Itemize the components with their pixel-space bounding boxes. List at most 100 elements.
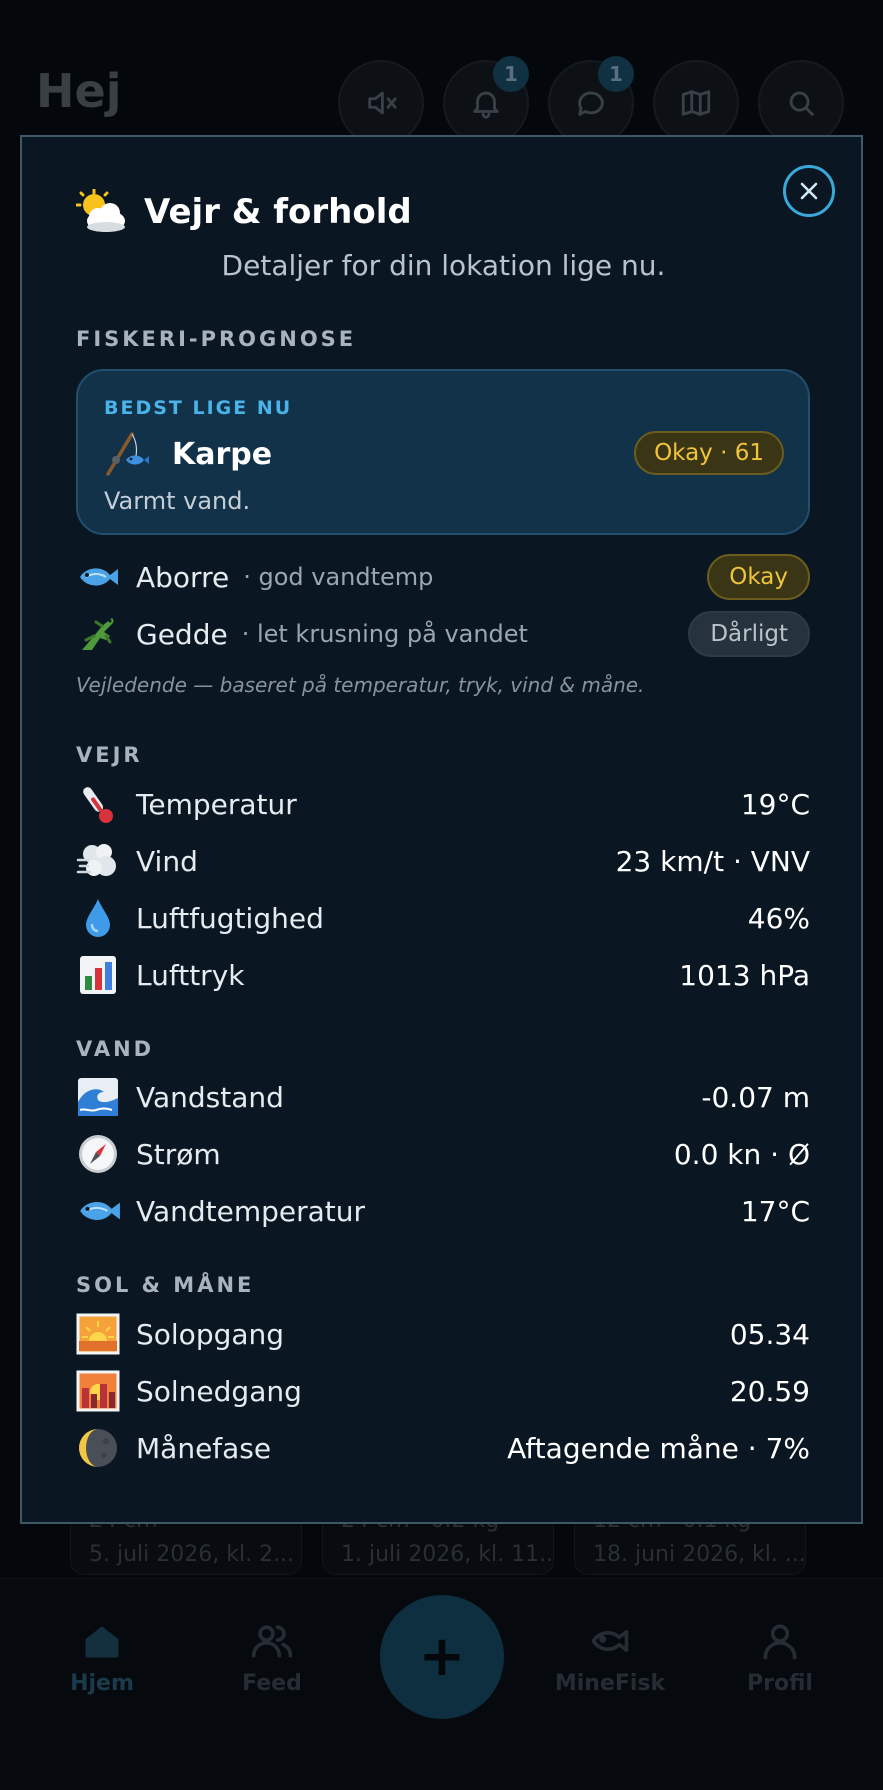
- close-icon: [800, 182, 818, 200]
- nav-feed-label: Feed: [242, 1671, 302, 1696]
- sun-row-sunset: Solnedgang 20.59: [76, 1366, 810, 1416]
- nav-profile[interactable]: Profil: [710, 1619, 850, 1696]
- best-note: Varmt vand.: [104, 487, 251, 515]
- species-row: Aborre · god vandtemp Okay: [76, 553, 810, 601]
- wind-icon: [76, 844, 116, 876]
- water-value: 17°C: [740, 1194, 810, 1228]
- best-now-label: BEDST LIGE NU: [104, 397, 293, 419]
- species-note: · god vandtemp: [243, 563, 434, 591]
- modal-header: Vejr & forhold: [76, 187, 412, 237]
- close-button[interactable]: [783, 165, 835, 217]
- crocodile-icon: [82, 618, 114, 650]
- bell-icon: [473, 91, 499, 119]
- water-label: Vandstand: [136, 1080, 284, 1114]
- modal-subtitle: Detaljer for din lokation lige nu.: [221, 249, 666, 282]
- species-name: Aborre: [136, 560, 230, 594]
- compass-icon: [79, 1135, 117, 1173]
- fish-icon: [80, 568, 118, 586]
- forecast-section-label: FISKERI-PROGNOSE: [76, 327, 357, 351]
- user-icon: [763, 1624, 797, 1660]
- message-badge: 1: [598, 56, 634, 92]
- fish-icon: [80, 1202, 120, 1220]
- nav-myfish-label: MineFisk: [554, 1671, 666, 1696]
- sunrise-icon: [76, 1313, 120, 1355]
- sun-behind-cloud-icon: [76, 189, 125, 232]
- species-note: · let krusning på vandet: [241, 620, 528, 648]
- weather-row-humidity: Luftfugtighed 46%: [76, 893, 810, 943]
- forecast-disclaimer: Vejledende — baseret på temperatur, tryk…: [76, 673, 645, 697]
- bottom-nav: Hjem Feed + MineFisk Profil: [0, 1578, 883, 1790]
- chat-icon: [578, 91, 604, 116]
- nav-home-label: Hjem: [70, 1671, 134, 1696]
- weather-value: 1013 hPa: [679, 958, 810, 992]
- water-label: Strøm: [136, 1137, 221, 1171]
- species-name: Gedde: [136, 617, 228, 651]
- home-icon: [85, 1626, 119, 1658]
- water-row-temperature: Vandtemperatur 17°C: [76, 1186, 810, 1236]
- bar-chart-icon: [80, 956, 116, 994]
- rating-badge: Okay: [707, 554, 810, 600]
- sun-label: Solnedgang: [136, 1374, 302, 1408]
- sun-row-sunrise: Solopgang 05.34: [76, 1309, 810, 1359]
- messages-button[interactable]: 1: [548, 56, 634, 146]
- weather-modal: Vejr & forhold Detaljer for din lokation…: [20, 135, 863, 1524]
- wave-icon: [78, 1078, 118, 1116]
- sun-value: 20.59: [729, 1374, 810, 1408]
- sun-label: Månefase: [136, 1431, 272, 1465]
- weather-section-label: VEJR: [76, 743, 143, 767]
- map-icon: [681, 90, 711, 116]
- catch-date: 1. juli 2026, kl. 11...: [341, 1542, 554, 1567]
- weather-label: Lufttryk: [136, 958, 245, 992]
- water-section-label: VAND: [76, 1037, 155, 1061]
- sun-value: Aftagende måne · 7%: [507, 1431, 810, 1465]
- weather-value: 46%: [747, 901, 810, 935]
- notifications-button[interactable]: 1: [443, 56, 529, 146]
- thermometer-icon: [83, 787, 113, 823]
- mute-button[interactable]: [338, 60, 424, 146]
- water-value: 0.0 kn · Ø: [673, 1137, 810, 1171]
- modal-title: Vejr & forhold: [144, 192, 412, 232]
- water-row-level: Vandstand -0.07 m: [76, 1072, 810, 1122]
- fishing-pole-icon: [106, 432, 149, 476]
- best-species-name: Karpe: [172, 436, 273, 472]
- app-header: Hej 1 1: [0, 0, 883, 146]
- search-button[interactable]: [758, 60, 844, 146]
- weather-row-pressure: Lufttryk 1013 hPa: [76, 950, 810, 1000]
- weather-row-wind: Vind 23 km/t · VNV: [76, 836, 810, 886]
- sun-moon-section-label: SOL & MÅNE: [76, 1273, 255, 1297]
- water-label: Vandtemperatur: [136, 1194, 366, 1228]
- weather-label: Temperatur: [136, 787, 297, 821]
- fish-outline-icon: [591, 1630, 629, 1652]
- weather-value: 19°C: [740, 787, 810, 821]
- water-row-current: Strøm 0.0 kn · Ø: [76, 1129, 810, 1179]
- weather-row-temperature: Temperatur 19°C: [76, 779, 810, 829]
- sunset-icon: [76, 1370, 120, 1412]
- sun-row-moonphase: Månefase Aftagende måne · 7%: [76, 1423, 810, 1473]
- users-icon: [251, 1625, 293, 1658]
- weather-value: 23 km/t · VNV: [615, 844, 810, 878]
- droplet-icon: [86, 899, 110, 937]
- best-rating-badge: Okay · 61: [634, 431, 784, 475]
- weather-label: Luftfugtighed: [136, 901, 324, 935]
- catch-date: 5. juli 2026, kl. 2...: [89, 1542, 295, 1567]
- notification-badge: 1: [493, 56, 529, 92]
- add-catch-button[interactable]: +: [380, 1595, 504, 1719]
- weather-label: Vind: [136, 844, 198, 878]
- nav-feed[interactable]: Feed: [202, 1619, 342, 1696]
- best-now-card: BEDST LIGE NU Karpe Okay · 61 Varmt vand…: [76, 369, 810, 535]
- nav-home[interactable]: Hjem: [32, 1619, 172, 1696]
- map-button[interactable]: [653, 60, 739, 146]
- catch-date: 18. juni 2026, kl. ...: [593, 1542, 806, 1567]
- mute-icon: [368, 91, 397, 115]
- water-value: -0.07 m: [701, 1080, 810, 1114]
- species-row: Gedde · let krusning på vandet Dårligt: [76, 610, 810, 658]
- nav-profile-label: Profil: [747, 1671, 813, 1696]
- search-icon: [789, 91, 814, 116]
- moon-icon: [79, 1429, 117, 1467]
- sun-value: 05.34: [729, 1317, 810, 1351]
- sun-label: Solopgang: [136, 1317, 285, 1351]
- greeting-title: Hej: [36, 64, 122, 118]
- rating-badge: Dårligt: [688, 611, 810, 657]
- nav-myfish[interactable]: MineFisk: [540, 1619, 680, 1696]
- plus-icon: +: [418, 1624, 466, 1689]
